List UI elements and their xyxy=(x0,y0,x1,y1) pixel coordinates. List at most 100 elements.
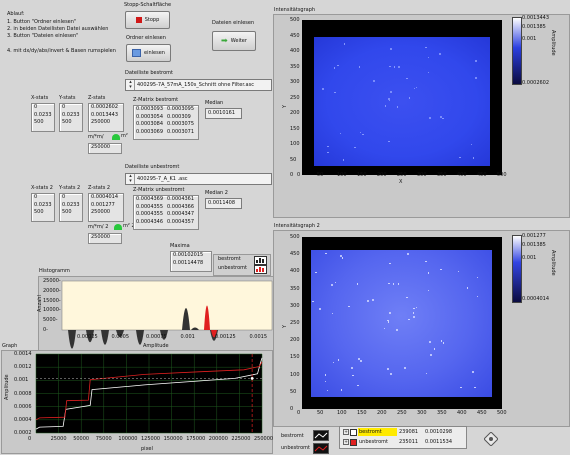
graph-xtick: 225000 xyxy=(231,436,251,442)
graph-xtick: 50000 xyxy=(73,436,90,442)
cursor-move-icon[interactable] xyxy=(483,431,499,447)
intensity-speckle xyxy=(389,262,391,265)
graph-ytick: 0.0014 xyxy=(14,351,32,357)
intensity-speckle xyxy=(407,253,409,255)
intensity2-xtick: 0 xyxy=(297,410,301,416)
intensity-speckle xyxy=(413,307,415,310)
intensity-speckle xyxy=(408,318,410,321)
intensity-speckle xyxy=(396,329,398,331)
intensity-speckle xyxy=(331,284,333,286)
intensity1-xtick: 350 xyxy=(437,172,447,178)
graph-xtick: 75000 xyxy=(95,436,112,442)
intensity-speckle xyxy=(457,270,460,273)
intensity-speckle xyxy=(340,389,343,391)
intensity1-ytick: 50 xyxy=(290,156,297,163)
intensity1-ytick: 450 xyxy=(290,32,300,39)
graph-ytick: 0.0012 xyxy=(14,364,32,371)
graph-ytick: 0.0004 xyxy=(14,416,32,423)
intensity-speckle xyxy=(470,143,473,146)
line-style-icon[interactable] xyxy=(313,443,329,454)
intensity-speckle xyxy=(333,67,336,69)
intensity-speckle xyxy=(392,283,395,285)
intensity-speckle xyxy=(331,312,334,315)
cursor-label-unbestromt: unbestromt xyxy=(281,445,310,451)
intensity1-scale-3: 0.001 xyxy=(522,36,537,42)
intensity1-plot[interactable] xyxy=(302,20,502,175)
intensity-speckle xyxy=(388,140,390,143)
intensity-speckle xyxy=(413,87,416,90)
cursor-label-bestromt: bestromt xyxy=(281,433,304,439)
intensity2-title: Intensitätsgraph 2 xyxy=(274,223,320,229)
intensity-speckle xyxy=(406,77,408,80)
intensity-speckle xyxy=(429,117,431,119)
line-style-icon[interactable] xyxy=(313,430,329,441)
intensity-speckle xyxy=(356,283,359,285)
intensity1-colorscale[interactable] xyxy=(512,17,522,85)
intensity-speckle xyxy=(337,64,339,67)
graph-ytick: 0.001 xyxy=(14,377,29,384)
intensity-speckle xyxy=(427,289,430,292)
intensity2-scale-label: Amplitude xyxy=(550,250,556,276)
graph-xtick: 100000 xyxy=(118,436,138,442)
intensity-speckle xyxy=(383,327,386,330)
intensity-speckle xyxy=(326,389,329,392)
intensity-speckle xyxy=(339,132,342,135)
intensity-speckle xyxy=(332,361,335,364)
intensity-speckle xyxy=(334,91,336,94)
intensity2-ytick: 50 xyxy=(290,388,297,395)
intensity2-plot[interactable] xyxy=(302,237,502,409)
intensity-speckle xyxy=(340,255,342,257)
graph-xtick: 25000 xyxy=(50,436,67,442)
graph-cursor-point xyxy=(250,376,254,380)
intensity2-image xyxy=(311,250,492,397)
intensity1-xtick: 250 xyxy=(397,172,407,178)
intensity-speckle xyxy=(442,342,445,344)
intensity2-ytick: 150 xyxy=(290,354,300,361)
intensity1-xtick: 450 xyxy=(477,172,487,178)
intensity-speckle xyxy=(442,117,444,120)
intensity1-ytick: 300 xyxy=(290,79,300,85)
intensity2-xtick: 150 xyxy=(357,410,367,416)
cursor-legend-table[interactable]: + bestromt 239081 0.0010298 + unbestromt… xyxy=(339,426,467,449)
intensity-speckle xyxy=(427,71,430,74)
intensity-speckle xyxy=(342,159,345,161)
intensity-speckle xyxy=(327,145,329,148)
cursor-unbestromt-name[interactable]: unbestromt xyxy=(359,439,388,445)
intensity2-xtick: 350 xyxy=(437,410,447,416)
intensity1-ytick: 250 xyxy=(290,94,300,101)
intensity2-ytick: 400 xyxy=(290,268,300,275)
intensity-speckle xyxy=(475,77,477,79)
intensity-speckle xyxy=(390,373,392,375)
intensity1-ytick: 150 xyxy=(290,125,300,132)
intensity-speckle xyxy=(357,384,359,387)
intensity-speckle xyxy=(415,86,418,89)
intensity-speckle xyxy=(372,299,374,301)
graph-xtick: 150000 xyxy=(163,436,183,442)
intensity2-colorscale[interactable] xyxy=(512,235,522,303)
intensity-speckle xyxy=(315,271,317,274)
graph-xtick: 175000 xyxy=(186,436,206,442)
intensity1-ytick: 400 xyxy=(290,48,300,54)
intensity-speckle xyxy=(360,360,362,362)
expand-icon[interactable]: + xyxy=(343,439,349,445)
intensity-speckle xyxy=(472,157,475,159)
intensity1-ytick: 500 xyxy=(290,17,300,23)
graph-xtick: 200000 xyxy=(208,436,228,442)
intensity-speckle xyxy=(388,99,391,102)
intensity2-xtick: 250 xyxy=(397,410,407,416)
intensity-speckle xyxy=(373,80,375,82)
expand-icon[interactable]: + xyxy=(343,429,349,435)
intensity-speckle xyxy=(388,98,390,100)
intensity-speckle xyxy=(387,321,390,323)
intensity-speckle xyxy=(466,287,469,289)
intensity-speckle xyxy=(397,283,400,285)
intensity-speckle xyxy=(474,386,476,389)
cursor-bestromt-name[interactable]: bestromt xyxy=(358,428,397,436)
intensity2-ytick: 0 xyxy=(290,406,294,412)
intensity2-ytick: 450 xyxy=(290,251,300,258)
intensity2-xtick: 400 xyxy=(457,410,467,416)
intensity-speckle xyxy=(334,281,337,284)
intensity2-xtick: 450 xyxy=(477,410,487,416)
cursor-bestromt-y: 0.0010298 xyxy=(425,429,453,435)
intensity-speckle xyxy=(427,272,430,274)
